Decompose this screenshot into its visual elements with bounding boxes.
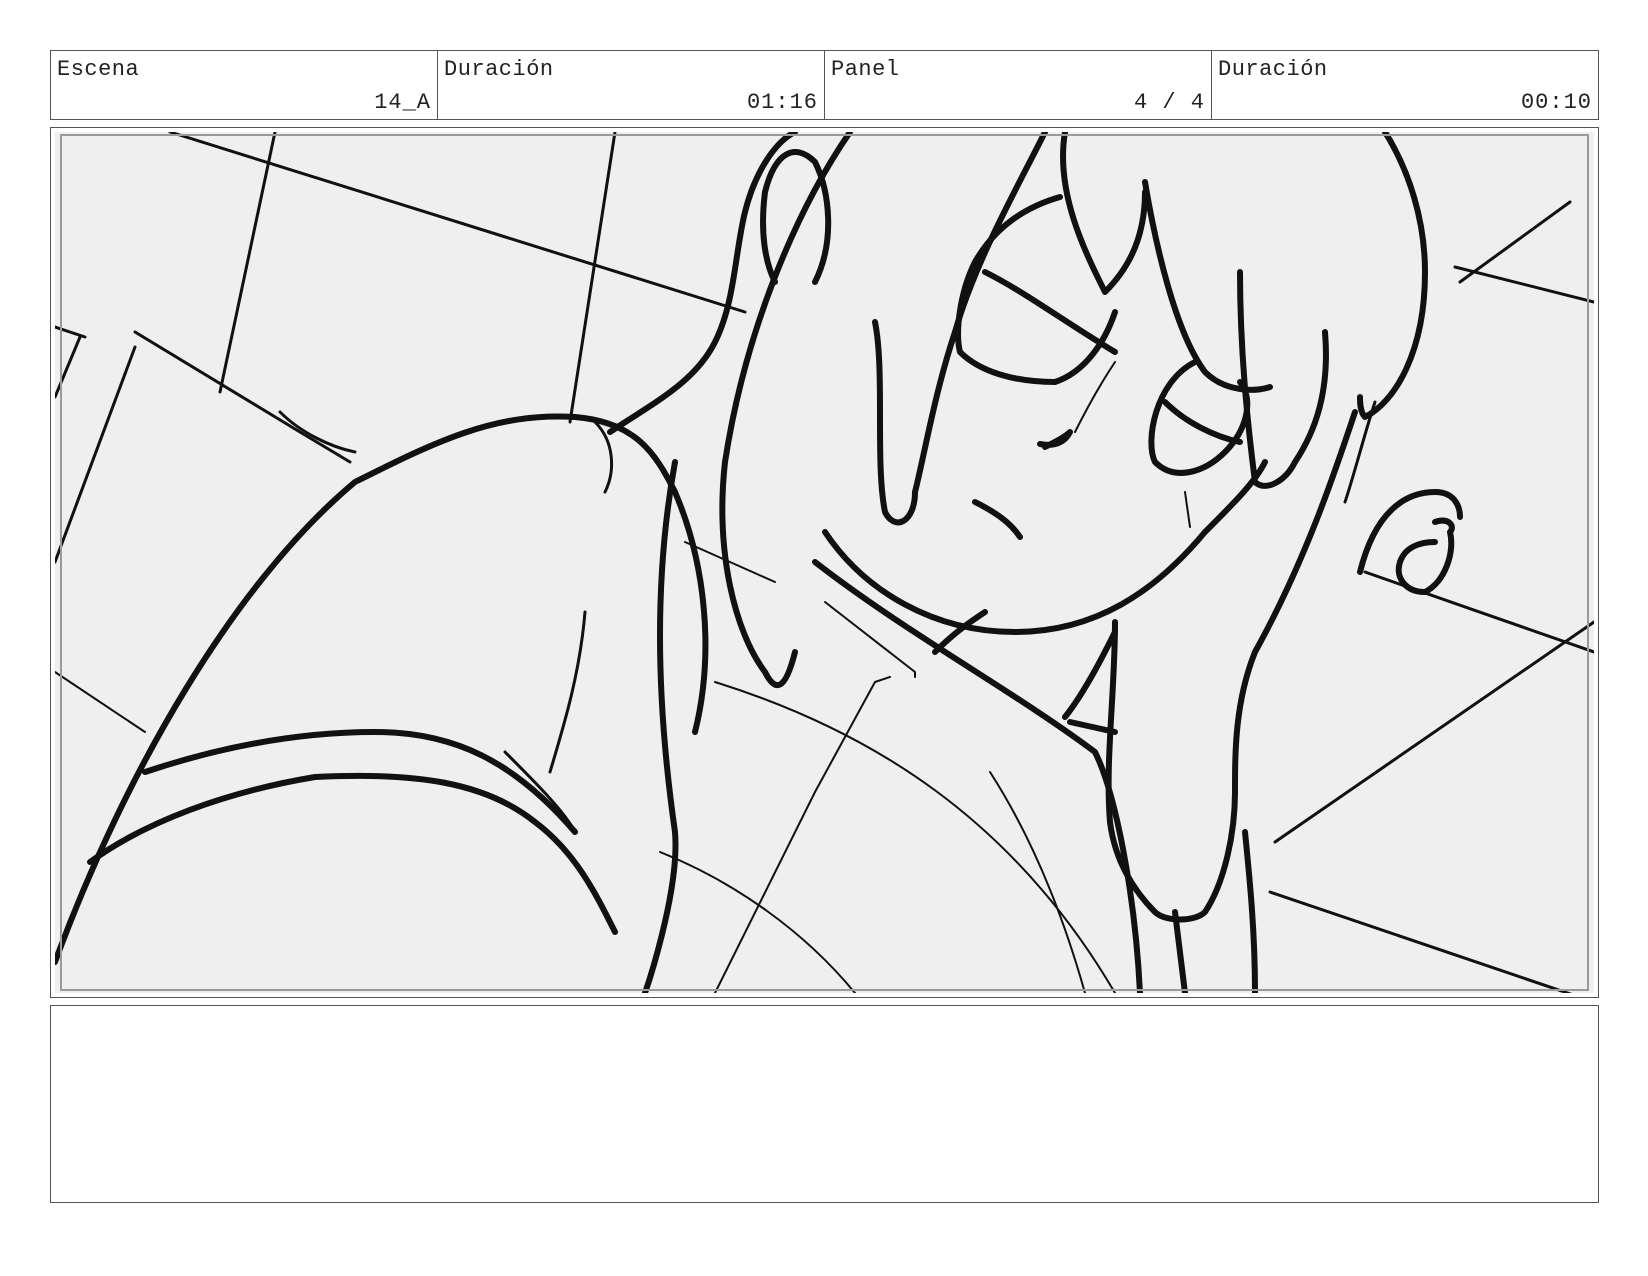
notes-box[interactable] [50,1005,1599,1203]
panel-duration-label: Duración [1218,57,1328,82]
panel-duration-cell: Duración 00:10 [1212,51,1598,119]
sketch-drawing [55,132,1594,993]
thin-lines [55,361,1191,993]
panel-illustration [55,132,1594,993]
storyboard-header: Escena 14_A Duración 01:16 Panel 4 / 4 D… [50,50,1599,120]
scene-duration-value: 01:16 [746,90,818,115]
panel-duration-value: 00:10 [1520,90,1592,115]
scene-cell: Escena 14_A [51,51,438,119]
scene-value: 14_A [374,90,431,115]
panel-cell: Panel 4 / 4 [825,51,1212,119]
character-outline [55,132,1463,993]
scene-duration-cell: Duración 01:16 [438,51,825,119]
panel-value: 4 / 4 [1133,90,1205,115]
panel-frame [50,127,1599,998]
scene-label: Escena [57,57,140,82]
panel-label: Panel [831,57,900,82]
scene-duration-label: Duración [444,57,554,82]
